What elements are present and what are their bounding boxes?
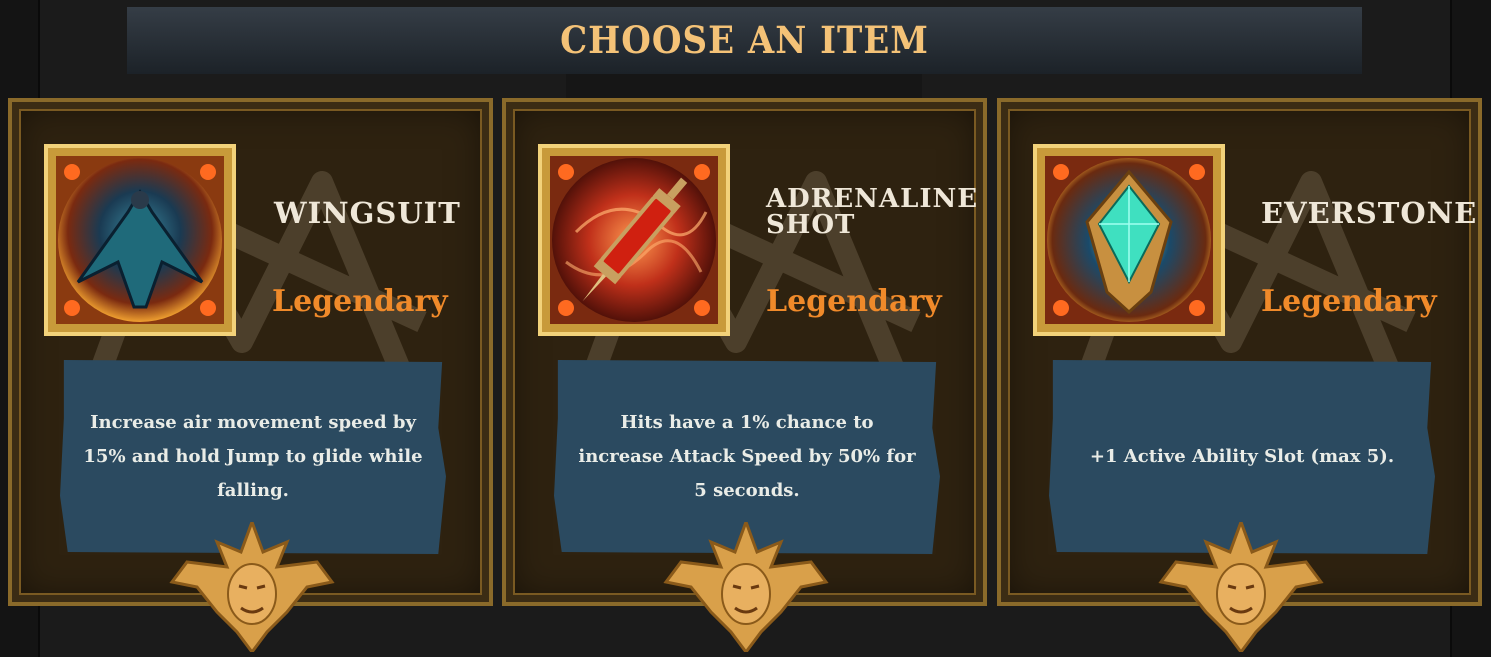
- item-name: ADRENALINE SHOT: [766, 184, 979, 240]
- rarity-label: Legendary: [272, 284, 448, 319]
- page-title: CHOOSE AN ITEM: [560, 18, 929, 63]
- wingsuit-icon: [42, 142, 238, 338]
- item-card-wingsuit[interactable]: WINGSUIT Legendary Increase air movement…: [8, 98, 493, 652]
- jester-emblem-icon: [167, 522, 337, 652]
- rarity-label: Legendary: [766, 284, 942, 319]
- everstone-icon: [1031, 142, 1227, 338]
- adrenaline-shot-icon: [536, 142, 732, 338]
- jester-emblem-icon: [661, 522, 831, 652]
- item-card-everstone[interactable]: EVERSTONE Legendary +1 Active Ability Sl…: [997, 98, 1482, 652]
- item-name: WINGSUIT: [274, 196, 461, 230]
- rarity-label: Legendary: [1261, 284, 1437, 319]
- item-card-adrenaline-shot[interactable]: ADRENALINE SHOT Legendary Hits have a 1%…: [502, 98, 987, 652]
- item-name: EVERSTONE: [1261, 196, 1478, 230]
- item-description: Increase air movement speed by 15% and h…: [83, 412, 423, 501]
- title-banner: CHOOSE AN ITEM: [127, 7, 1362, 74]
- jester-emblem-icon: [1156, 522, 1326, 652]
- item-description: Hits have a 1% chance to increase Attack…: [578, 412, 916, 501]
- item-description: +1 Active Ability Slot (max 5).: [1089, 446, 1395, 467]
